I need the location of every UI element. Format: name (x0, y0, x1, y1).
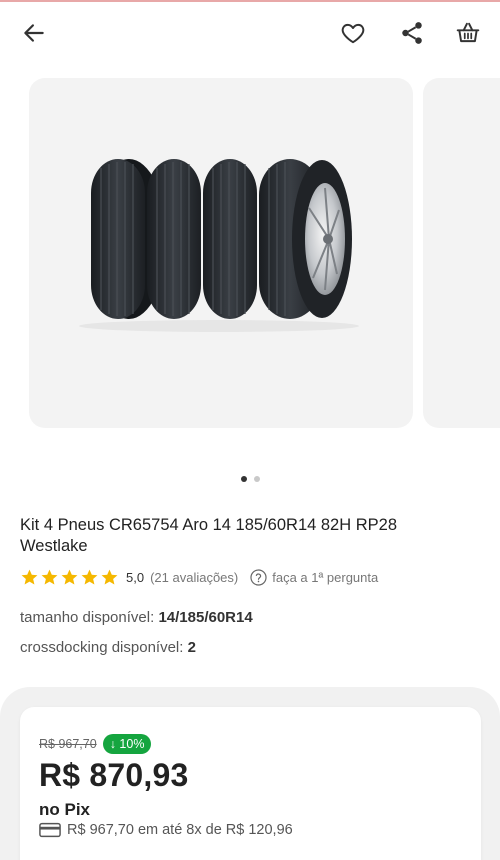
top-bar (0, 0, 500, 68)
question-circle-icon (250, 568, 267, 586)
credit-card-icon (39, 822, 61, 838)
star-icon (41, 569, 58, 585)
four-tires-image (79, 159, 359, 332)
spec-crossdocking: crossdocking disponível: 2 (20, 639, 196, 656)
installments-row: R$ 967,70 em até 8x de R$ 120,96 (39, 822, 293, 838)
product-image-card[interactable] (29, 78, 413, 428)
back-button[interactable] (17, 16, 51, 50)
discount-badge: ↓ 10% (102, 734, 152, 754)
next-image-card[interactable] (423, 78, 500, 428)
star-icon (101, 569, 118, 585)
spec-crossdocking-label: crossdocking disponível: (20, 639, 184, 656)
spec-size: tamanho disponível: 14/185/60R14 (20, 609, 253, 626)
ask-question-label: faça a 1ª pergunta (272, 569, 379, 585)
heart-icon (341, 23, 365, 44)
spec-crossdocking-value: 2 (187, 639, 196, 656)
ask-question-link[interactable]: faça a 1ª pergunta (249, 568, 378, 587)
pagination-dot-active[interactable] (240, 476, 247, 482)
share-icon (402, 22, 422, 44)
installments-text: R$ 967,70 em até 8x de R$ 120,96 (67, 822, 293, 838)
pagination-dot[interactable] (253, 476, 260, 482)
rating-score: 5,0 (126, 569, 145, 585)
tire-3 (203, 159, 257, 319)
review-count-link[interactable]: (21 avaliações) (150, 570, 238, 585)
rating-row: 5,0 (21 avaliações) faça a 1ª pergunta (20, 566, 378, 588)
basket-icon (456, 22, 480, 43)
spec-size-label: tamanho disponível: (20, 609, 155, 626)
rating-stars (20, 568, 119, 587)
tire-2 (147, 159, 201, 319)
star-icon (61, 569, 78, 585)
spec-size-value: 14/185/60R14 (158, 609, 253, 626)
old-price-row: R$ 967,70 ↓ 10% (39, 734, 152, 754)
price-card: R$ 967,70 ↓ 10% R$ 870,93 no Pix R$ 967,… (20, 707, 481, 860)
old-price: R$ 967,70 (39, 737, 97, 751)
product-title: Kit 4 Pneus CR65754 Aro 14 185/60R14 82H… (20, 516, 398, 555)
arrow-left-icon (24, 24, 44, 42)
current-price: R$ 870,93 (39, 757, 189, 793)
share-button[interactable] (395, 16, 429, 50)
image-carousel[interactable] (0, 78, 500, 430)
carousel-pagination (0, 476, 500, 482)
tire-4 (259, 159, 352, 319)
favorite-button[interactable] (336, 16, 370, 50)
pix-label: no Pix (39, 800, 91, 819)
cart-button[interactable] (451, 16, 485, 50)
star-icon (21, 569, 38, 585)
star-icon (81, 569, 98, 585)
